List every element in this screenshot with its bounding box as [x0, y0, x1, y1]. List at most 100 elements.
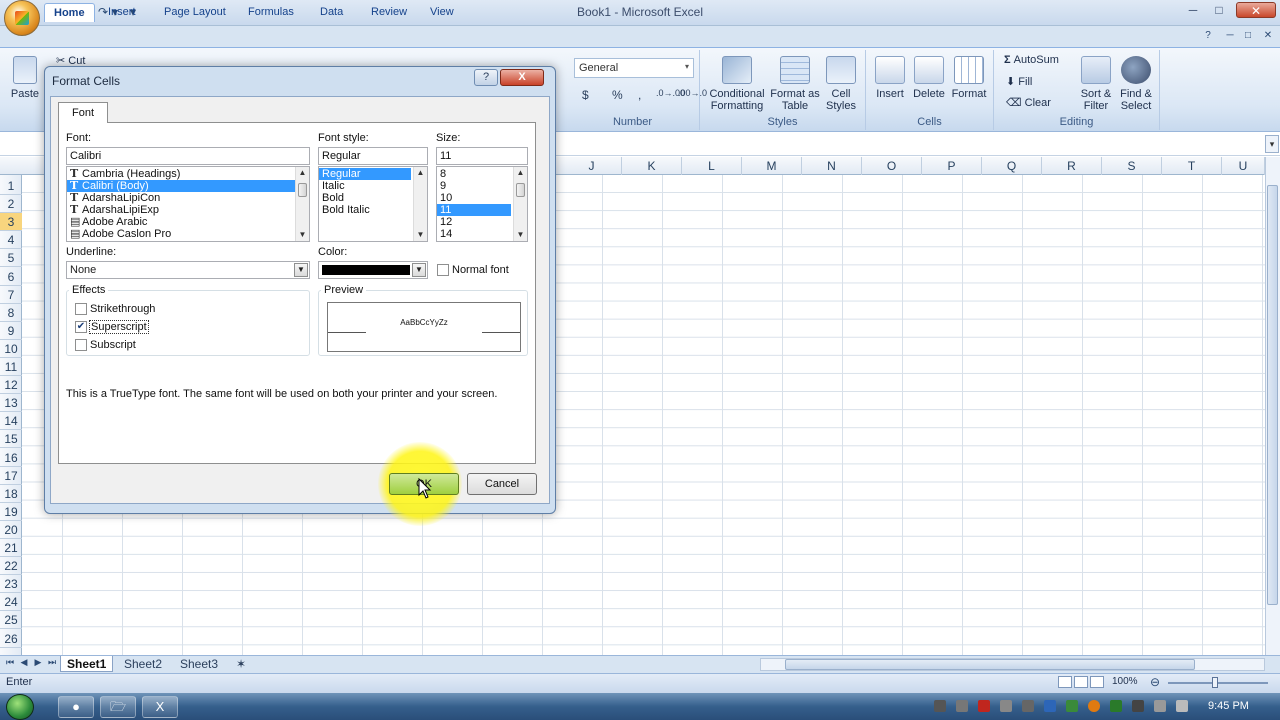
tab-insert[interactable]: Insert [99, 3, 145, 22]
dialog-help-button[interactable]: ? [474, 69, 498, 86]
row-header-20[interactable]: 20 [0, 521, 22, 539]
conditional-formatting-button[interactable]: Conditional Formatting [705, 56, 769, 112]
tray-app-icon[interactable] [956, 700, 968, 712]
font-style-item[interactable]: Italic [319, 180, 427, 192]
tab-data[interactable]: Data [311, 3, 352, 22]
column-header-s[interactable]: S [1102, 157, 1162, 175]
tray-app-icon[interactable] [1132, 700, 1144, 712]
taskbar-clock[interactable]: 9:45 PM [1208, 700, 1249, 712]
row-header-26[interactable]: 26 [0, 630, 22, 648]
tab-font[interactable]: Font [58, 102, 108, 123]
superscript-checkbox[interactable]: ✔ [75, 321, 87, 333]
fill-button[interactable]: ⬇ Fill [1006, 75, 1032, 88]
tab-formulas[interactable]: Formulas [239, 3, 303, 22]
row-header-6[interactable]: 6 [0, 268, 22, 286]
scroll-thumb[interactable] [516, 183, 525, 197]
tab-home[interactable]: Home [44, 3, 95, 22]
font-list-item[interactable]: ▤ Adobe Arabic [67, 216, 309, 229]
percent-button[interactable]: % [612, 88, 623, 102]
vertical-scroll-thumb[interactable] [1267, 185, 1278, 605]
strikethrough-checkbox[interactable] [75, 303, 87, 315]
column-header-r[interactable]: R [1042, 157, 1102, 175]
dialog-close-button[interactable]: X [500, 69, 544, 86]
row-header-11[interactable]: 11 [0, 358, 22, 376]
tray-app-icon[interactable] [1088, 700, 1100, 712]
zoom-level[interactable]: 100% [1112, 676, 1138, 687]
delete-cells-button[interactable]: Delete [910, 56, 948, 100]
minimize-button[interactable]: ─ [1180, 2, 1206, 18]
insert-cells-button[interactable]: Insert [872, 56, 908, 100]
comma-button[interactable]: , [638, 88, 641, 102]
maximize-button[interactable]: □ [1206, 2, 1232, 18]
expand-formula-bar-button[interactable]: ▾ [1265, 135, 1279, 153]
tray-app-icon[interactable] [1000, 700, 1012, 712]
scroll-down-icon[interactable]: ▼ [414, 229, 427, 241]
zoom-out-icon[interactable]: ⊖ [1150, 675, 1160, 689]
row-header-13[interactable]: 13 [0, 394, 22, 413]
font-list[interactable]: T Cambria (Headings) T Calibri (Body) T Ada… [66, 166, 310, 242]
column-header-q[interactable]: Q [982, 157, 1042, 175]
font-input[interactable]: Calibri [66, 147, 310, 165]
font-list-item[interactable]: T AdarshaLipiExp [67, 204, 309, 217]
size-item[interactable]: 11 [437, 204, 511, 216]
close-window-button[interactable]: ✕ [1236, 2, 1276, 18]
sheet-tab-sheet1[interactable]: Sheet1 [60, 656, 114, 672]
autosum-button[interactable]: Σ AutoSum [1004, 54, 1059, 66]
font-list-item[interactable]: ▤ Adobe Caslon Pro [67, 228, 309, 241]
network-icon[interactable] [1154, 700, 1166, 712]
start-button[interactable] [6, 694, 34, 720]
size-input[interactable]: 11 [436, 147, 528, 165]
chrome-taskbar-icon[interactable]: ● [58, 696, 94, 718]
subscript-checkbox[interactable] [75, 339, 87, 351]
column-header-l[interactable]: L [682, 157, 742, 175]
font-list-scrollbar[interactable]: ▲ ▼ [295, 167, 309, 241]
tab-view[interactable]: View [421, 3, 463, 22]
row-header-18[interactable]: 18 [0, 485, 22, 503]
font-list-item[interactable]: T Cambria (Headings) [67, 168, 309, 181]
color-dropdown[interactable]: ▼ [318, 261, 428, 279]
tab-review[interactable]: Review [362, 3, 416, 22]
office-button[interactable] [4, 0, 40, 36]
column-header-o[interactable]: O [862, 157, 922, 175]
scroll-thumb[interactable] [298, 183, 307, 197]
row-header-2[interactable]: 2 [0, 195, 22, 214]
row-header-3[interactable]: 3 [0, 213, 22, 232]
last-sheet-icon[interactable]: ⏭ [46, 657, 58, 668]
row-header-14[interactable]: 14 [0, 412, 22, 431]
page-layout-view-icon[interactable] [1074, 676, 1088, 688]
chevron-down-icon[interactable]: ▼ [412, 263, 426, 277]
zoom-slider-knob[interactable] [1212, 677, 1218, 688]
format-cells-button[interactable]: Format [950, 56, 988, 100]
paste-button[interactable]: Paste [10, 56, 40, 100]
sheet-tab-sheet2[interactable]: Sheet2 [118, 656, 168, 672]
scroll-up-icon[interactable]: ▲ [514, 167, 527, 179]
font-style-item[interactable]: Regular [319, 168, 411, 180]
size-list-scrollbar[interactable]: ▲ ▼ [513, 167, 527, 241]
tray-app-icon[interactable] [1066, 700, 1078, 712]
row-header-24[interactable]: 24 [0, 593, 22, 612]
first-sheet-icon[interactable]: ⏮ [4, 657, 16, 668]
normal-font-checkbox[interactable] [437, 264, 449, 276]
row-header-5[interactable]: 5 [0, 249, 22, 268]
column-header-k[interactable]: K [622, 157, 682, 175]
horizontal-scroll-thumb[interactable] [785, 659, 1195, 670]
format-as-table-button[interactable]: Format as Table [770, 56, 820, 112]
column-header-n[interactable]: N [802, 157, 862, 175]
column-header-j[interactable]: J [562, 157, 622, 175]
row-header-22[interactable]: 22 [0, 557, 22, 576]
tab-page-layout[interactable]: Page Layout [155, 3, 235, 22]
font-style-scrollbar[interactable]: ▲ ▼ [413, 167, 427, 241]
volume-icon[interactable] [1176, 700, 1188, 712]
column-header-p[interactable]: P [922, 157, 982, 175]
page-break-view-icon[interactable] [1090, 676, 1104, 688]
tray-app-icon[interactable] [1022, 700, 1034, 712]
font-style-item[interactable]: Bold [319, 192, 427, 204]
font-style-item[interactable]: Bold Italic [319, 204, 427, 216]
number-format-dropdown[interactable]: General ▾ [574, 58, 694, 78]
row-header-21[interactable]: 21 [0, 539, 22, 557]
font-style-list[interactable]: Regular Italic Bold Bold Italic ▲ ▼ [318, 166, 428, 242]
column-header-u[interactable]: U [1222, 157, 1265, 175]
row-header-17[interactable]: 17 [0, 467, 22, 485]
explorer-taskbar-icon[interactable]: 🗁 [100, 696, 136, 718]
tray-app-icon[interactable] [934, 700, 946, 712]
